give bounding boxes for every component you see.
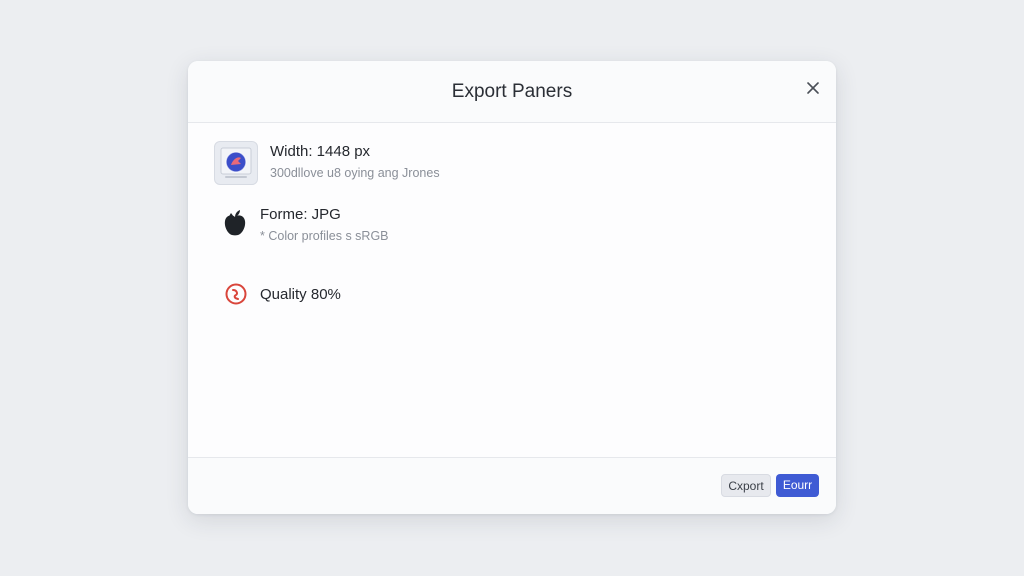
dialog-body: Width: 1448 px 300dllove u8 oying ang Jr… [188, 123, 836, 457]
width-label: Width: 1448 px [270, 143, 371, 160]
dialog-header: Export Paners [188, 61, 836, 123]
close-button[interactable] [802, 77, 824, 99]
width-setting-row[interactable]: Width: 1448 px 300dllove u8 oying ang Jr… [214, 140, 814, 188]
secondary-export-button[interactable]: Cxport [721, 474, 771, 497]
format-setting-row[interactable]: Forme: JPG * Color profiles s sRGB [214, 205, 814, 253]
quality-label: Quality 80% [260, 286, 341, 303]
dialog-title: Export Paners [451, 81, 573, 102]
color-profile-description: * Color profiles s sRGB [260, 229, 389, 243]
close-icon [807, 82, 819, 94]
format-label: Forme: JPG [260, 206, 341, 223]
apple-icon [222, 209, 248, 239]
dialog-footer: Cxport Eourr [188, 457, 836, 514]
image-thumbnail-icon [214, 141, 258, 185]
quality-icon [224, 282, 248, 306]
export-dialog: Export Paners Width: 1448 px 300dllove u… [188, 61, 836, 514]
primary-export-button[interactable]: Eourr [776, 474, 819, 497]
width-description: 300dllove u8 oying ang Jrones [270, 166, 440, 180]
quality-setting-row[interactable]: Quality 80% [214, 273, 814, 313]
